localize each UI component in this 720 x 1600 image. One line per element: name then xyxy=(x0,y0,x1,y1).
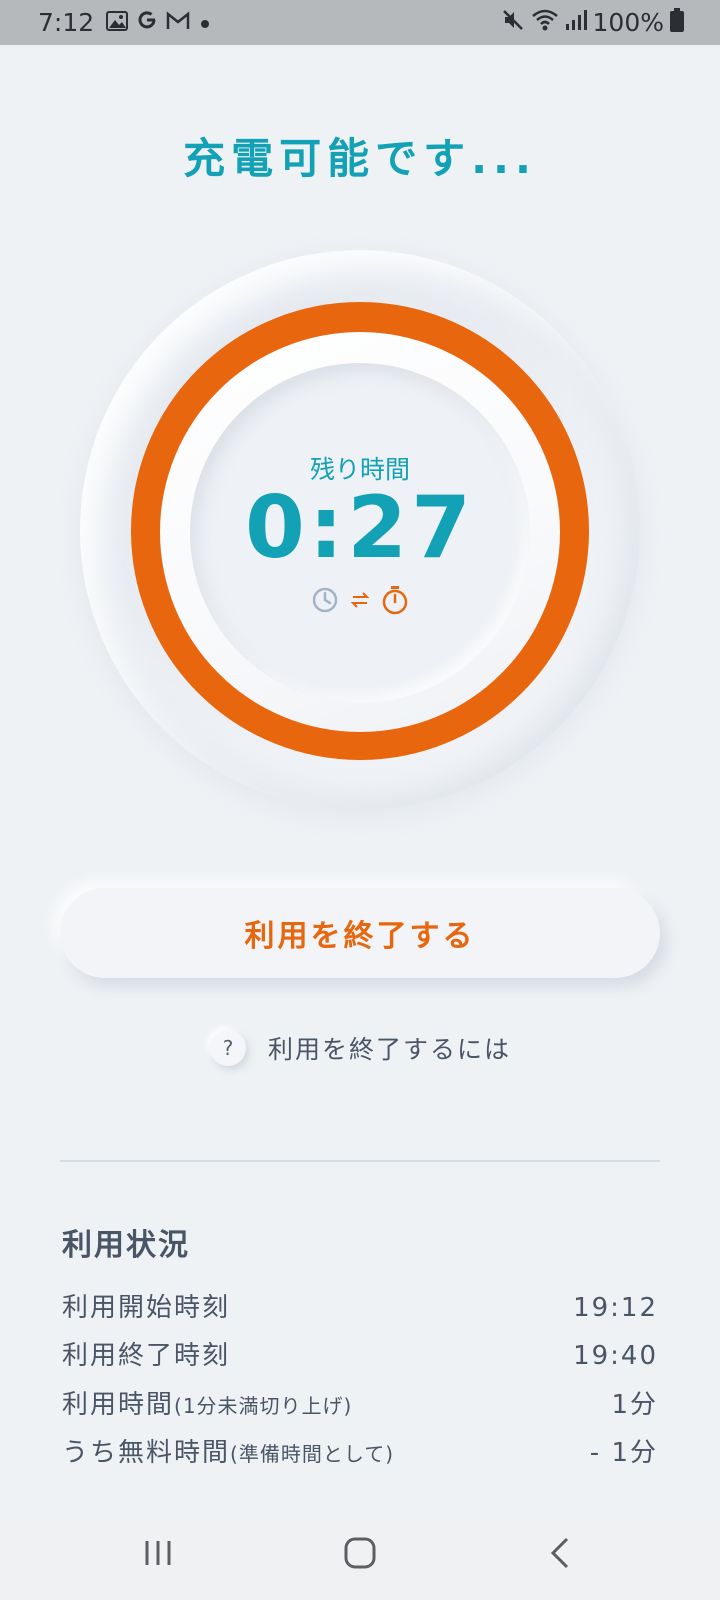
usage-row-label: 利用開始時刻 xyxy=(62,1293,231,1323)
usage-row-label: 利用終了時刻 xyxy=(62,1341,231,1371)
question-icon: ? xyxy=(210,1030,246,1066)
clock-icon xyxy=(311,586,339,618)
stopwatch-icon xyxy=(381,585,409,619)
usage-row-duration: 利用時間(1分未満切り上げ) 1分 xyxy=(62,1384,658,1421)
usage-row-label: うち無料時間(準備時間として) xyxy=(62,1438,395,1468)
usage-row-value: 19:12 xyxy=(573,1293,658,1323)
usage-row-end-time: 利用終了時刻 19:40 xyxy=(62,1335,658,1372)
gmail-icon xyxy=(166,9,190,37)
remaining-time-value: 0:27 xyxy=(245,478,475,578)
dot-icon xyxy=(198,9,212,37)
wifi-icon xyxy=(531,8,559,38)
recent-apps-button[interactable] xyxy=(108,1510,208,1600)
usage-row-value: - 1分 xyxy=(589,1438,658,1468)
usage-heading: 利用状況 xyxy=(62,1228,190,1263)
swap-arrows-icon xyxy=(349,589,371,615)
status-left: 7:12 xyxy=(38,8,212,37)
mode-icons xyxy=(0,585,720,619)
battery-percent: 100% xyxy=(592,8,664,37)
end-usage-button[interactable]: 利用を終了する xyxy=(60,888,660,978)
google-icon xyxy=(136,9,158,37)
mute-icon xyxy=(501,8,525,38)
home-button[interactable] xyxy=(310,1510,410,1600)
home-icon xyxy=(343,1536,377,1574)
signal-icon xyxy=(565,9,587,37)
usage-row-start-time: 利用開始時刻 19:12 xyxy=(62,1287,658,1324)
image-icon xyxy=(106,9,129,37)
status-bar: 7:12 100% xyxy=(0,0,720,45)
back-button[interactable] xyxy=(510,1510,610,1600)
page-title: 充電可能です... xyxy=(183,134,537,183)
usage-row-label: 利用時間(1分未満切り上げ) xyxy=(62,1390,353,1420)
status-time: 7:12 xyxy=(38,8,95,37)
status-right: 100% xyxy=(501,0,684,45)
usage-row-free-time: うち無料時間(準備時間として) - 1分 xyxy=(62,1432,658,1469)
back-icon xyxy=(548,1536,572,1574)
usage-row-value: 1分 xyxy=(611,1390,658,1420)
how-to-end-help-link[interactable]: ? 利用を終了するには xyxy=(210,1030,511,1066)
recent-apps-icon xyxy=(143,1538,173,1572)
divider xyxy=(60,1160,660,1162)
usage-row-value: 19:40 xyxy=(573,1341,658,1371)
battery-icon xyxy=(670,7,684,38)
system-nav-bar xyxy=(0,1510,720,1600)
help-link-label: 利用を終了するには xyxy=(268,1035,512,1064)
